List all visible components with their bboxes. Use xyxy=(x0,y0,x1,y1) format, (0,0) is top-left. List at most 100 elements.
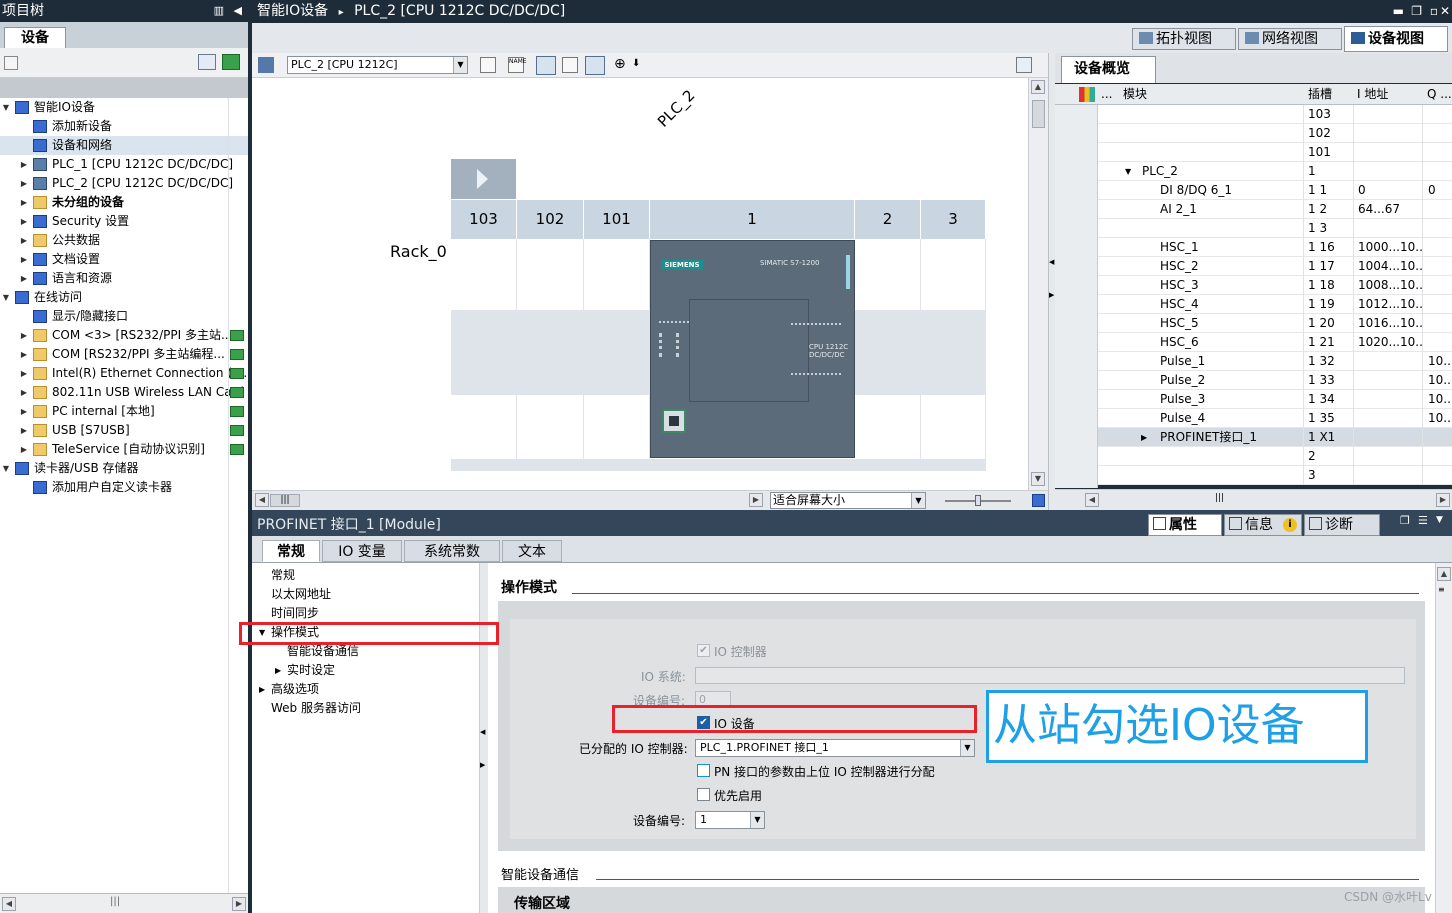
splitter[interactable]: ◀ ▶ xyxy=(1048,53,1055,510)
tree-item[interactable]: 添加用户自定义读卡器 xyxy=(0,478,248,497)
table-view-icon[interactable] xyxy=(480,57,496,73)
slot-header-3[interactable]: 3 xyxy=(921,200,986,239)
chevron-down-icon[interactable]: ▼ xyxy=(911,493,925,508)
restore-icon[interactable]: ❐ xyxy=(1411,0,1422,23)
col-i-address[interactable]: I 地址 xyxy=(1357,84,1388,105)
chevron-down-icon[interactable]: ▼ xyxy=(453,57,467,73)
nav-splitter[interactable]: ◀ ▶ xyxy=(480,563,488,913)
chevron-down-icon[interactable]: ▼ xyxy=(750,812,764,828)
col-q-address[interactable]: Q ... xyxy=(1427,84,1452,105)
expand-arrow-icon[interactable]: ▶ xyxy=(259,680,265,699)
expand-arrow-icon[interactable]: ▶ xyxy=(19,402,29,421)
list-icon[interactable]: ☰ xyxy=(1418,514,1428,527)
restore-icon[interactable]: ❐ xyxy=(1400,514,1410,527)
tree-item[interactable]: ▶ 语言和资源 xyxy=(0,269,248,288)
splitter-left-arrow[interactable]: ◀ xyxy=(480,728,485,736)
expand-arrow-icon[interactable]: ▶ xyxy=(19,345,29,364)
expand-arrow-icon[interactable]: ▶ xyxy=(19,155,29,174)
tree-item[interactable]: ▶ PLC_1 [CPU 1212C DC/DC/DC] xyxy=(0,155,248,174)
show-names-icon[interactable]: NAME xyxy=(508,57,527,73)
device-nav-icon[interactable] xyxy=(258,57,274,73)
tab-devices[interactable]: 设备 xyxy=(4,27,66,48)
expand-arrow-icon[interactable]: ▶ xyxy=(19,193,29,212)
expand-arrow-icon[interactable]: ▶ xyxy=(19,326,29,345)
overview-row[interactable]: Pulse_2 1 33 10... xyxy=(1055,371,1452,390)
tree-item[interactable]: ▶ PC internal [本地] xyxy=(0,402,248,421)
nav-item[interactable]: 时间同步 xyxy=(271,604,319,623)
overview-row[interactable]: DI 8/DQ 6_1 1 1 0 0 xyxy=(1055,181,1452,200)
scroll-right-icon[interactable]: ▶ xyxy=(1436,493,1450,507)
overview-row[interactable]: 102 xyxy=(1055,124,1452,143)
show-io-icon[interactable] xyxy=(536,56,556,75)
nav-item[interactable]: Web 服务器访问 xyxy=(271,699,361,718)
tab-diagnostics[interactable]: 诊断 xyxy=(1304,514,1380,536)
zoom-slider-thumb[interactable] xyxy=(975,495,981,506)
profinet-port[interactable] xyxy=(662,409,686,433)
canvas-hscroll-thumb[interactable]: ||| xyxy=(270,494,300,507)
assigned-controller-select[interactable]: PLC_1.PROFINET 接口_1 ▼ xyxy=(695,739,975,757)
minimize-icon[interactable]: ▬ xyxy=(1393,0,1404,23)
overview-hscroll-thumb[interactable]: ||| xyxy=(1215,493,1224,503)
scroll-left-icon[interactable]: ◀ xyxy=(1085,493,1099,507)
tab-device-overview[interactable]: 设备概览 xyxy=(1061,56,1156,83)
tree-item[interactable]: ▶ Security 设置 xyxy=(0,212,248,231)
overview-row[interactable]: HSC_4 1 19 1012...10... xyxy=(1055,295,1452,314)
tab-topology-view[interactable]: 拓扑视图 xyxy=(1132,28,1236,50)
overview-hscrollbar[interactable]: ◀ ||| ▶ xyxy=(1055,489,1452,510)
col-dots[interactable]: ... xyxy=(1101,84,1112,105)
tree-item[interactable]: 添加新设备 xyxy=(0,117,248,136)
expand-arrow-icon[interactable]: ▶ xyxy=(19,250,29,269)
overview-row[interactable]: HSC_3 1 18 1008...10... xyxy=(1055,276,1452,295)
tree-item[interactable]: ▶ 公共数据 xyxy=(0,231,248,250)
expand-arrow-icon[interactable]: ▶ xyxy=(19,269,29,288)
collapse-arrow-icon[interactable]: ▼ xyxy=(1,459,11,478)
scroll-left-icon[interactable]: ◀ xyxy=(255,493,269,507)
tab-general[interactable]: 常规 xyxy=(262,540,320,562)
tab-properties[interactable]: 属性 xyxy=(1148,514,1222,536)
tab-io-tags[interactable]: IO 变量 xyxy=(322,540,402,562)
tree-item[interactable]: ▼ 智能IO设备 xyxy=(0,98,248,117)
collapse-arrow-icon[interactable]: ▼ xyxy=(1,98,11,117)
expand-arrow-icon[interactable]: ▶ xyxy=(275,661,281,680)
scroll-right-icon[interactable]: ▶ xyxy=(749,493,763,507)
grid-icon[interactable] xyxy=(562,57,578,73)
nav-item[interactable]: 常规 xyxy=(271,566,295,585)
expand-arrow-icon[interactable]: ▶ xyxy=(1141,428,1147,447)
device-number-select[interactable]: 1 ▼ xyxy=(695,811,765,829)
zoom-icon[interactable]: ⊕ xyxy=(614,56,626,72)
expand-arrow-icon[interactable]: ▶ xyxy=(19,231,29,250)
go-online-icon[interactable] xyxy=(222,54,240,70)
overview-row[interactable]: 2 xyxy=(1055,447,1452,466)
tree-item[interactable]: ▶ 未分组的设备 xyxy=(0,193,248,212)
overview-row[interactable]: Pulse_4 1 35 10... xyxy=(1055,409,1452,428)
close-icon[interactable]: ✕ xyxy=(1440,0,1450,23)
properties-icon[interactable] xyxy=(4,56,18,70)
tab-texts[interactable]: 文本 xyxy=(502,540,562,562)
collapse-panel-icon[interactable]: ▥ xyxy=(214,0,224,22)
device-canvas[interactable]: PLC_2 Rack_0 103 102 101 1 2 3 SIEMENS S… xyxy=(252,78,1028,488)
priority-startup-checkbox[interactable] xyxy=(697,788,710,801)
tree-item[interactable]: ▶ USB [S7USB] xyxy=(0,421,248,440)
overview-row[interactable]: Pulse_3 1 34 10... xyxy=(1055,390,1452,409)
tree-item[interactable]: 设备和网络 xyxy=(0,136,248,155)
slot-header-102[interactable]: 102 xyxy=(517,200,584,239)
expand-arrow-icon[interactable]: ▶ xyxy=(19,383,29,402)
tab-info[interactable]: 信息 i xyxy=(1224,514,1302,536)
float-icon[interactable]: ▫ xyxy=(1430,0,1438,23)
page-break-icon[interactable] xyxy=(585,56,605,75)
tab-network-view[interactable]: 网络视图 xyxy=(1238,28,1342,50)
cpu-module[interactable]: SIEMENS SIMATIC S7-1200 CPU 1212C DC/DC/D… xyxy=(650,240,855,458)
tree-horizontal-scrollbar[interactable]: ◀ ||| ▶ xyxy=(0,893,248,913)
tab-device-view[interactable]: 设备视图 xyxy=(1344,26,1448,52)
tree-item[interactable]: ▶ Intel(R) Ethernet Connection (7... xyxy=(0,364,248,383)
inspector-vertical-scrollbar[interactable]: ▲ ≡ xyxy=(1435,563,1452,913)
overview-row[interactable]: 3 xyxy=(1055,466,1452,485)
canvas-vertical-scrollbar[interactable]: ▲ ▼ xyxy=(1028,78,1048,490)
tree-item[interactable]: ▼ 在线访问 xyxy=(0,288,248,307)
chevron-down-icon[interactable]: ▼ xyxy=(1436,515,1443,525)
scroll-up-icon[interactable]: ▲ xyxy=(1437,567,1451,581)
slot-header-1[interactable]: 1 xyxy=(650,200,855,239)
slot-header-101[interactable]: 101 xyxy=(584,200,650,239)
zoom-slider[interactable] xyxy=(945,495,1011,506)
expand-rack-button[interactable] xyxy=(451,159,516,199)
